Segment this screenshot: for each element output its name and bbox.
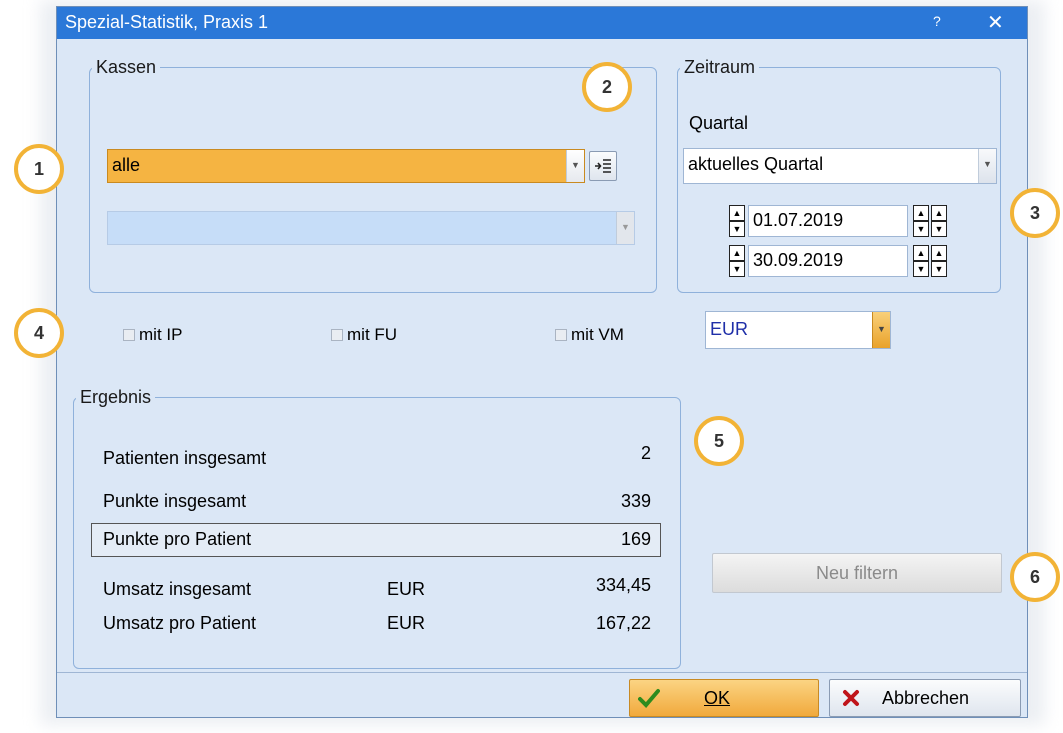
result-label-umsatz-pro-patient: Umsatz pro Patient bbox=[103, 613, 257, 633]
dialog-title: Spezial-Statistik, Praxis 1 bbox=[65, 12, 269, 32]
result-label-punkte: Punkte insgesamt bbox=[103, 491, 247, 511]
callout-3: 3 bbox=[1010, 188, 1060, 238]
result-unit-umsatz-pro-patient: EUR bbox=[387, 613, 426, 633]
date-from-up-button[interactable]: ▲ bbox=[729, 205, 745, 221]
checkbox-box-fu bbox=[331, 329, 343, 341]
mit-vm-label: mit VM bbox=[571, 325, 624, 344]
callout-6: 6 bbox=[1010, 552, 1060, 602]
chevron-down-icon: ▼ bbox=[566, 150, 584, 182]
ok-label: OK bbox=[704, 687, 731, 708]
ergebnis-legend: Ergebnis bbox=[80, 387, 152, 407]
date-to-down-button-2[interactable]: ▼ bbox=[913, 261, 929, 277]
mit-vm-checkbox[interactable]: mit VM bbox=[555, 325, 624, 345]
date-to-value: 30.09.2019 bbox=[753, 250, 844, 270]
result-value-punkte: 339 bbox=[620, 491, 651, 511]
kassen-legend: Kassen bbox=[96, 57, 157, 77]
chevron-down-icon: ▼ bbox=[616, 212, 634, 244]
mit-ip-checkbox[interactable]: mit IP bbox=[123, 325, 182, 345]
kassen-select[interactable]: alle ▼ bbox=[107, 149, 585, 183]
date-from-down-button[interactable]: ▼ bbox=[729, 221, 745, 237]
result-value-umsatz: 334,45 bbox=[595, 575, 651, 595]
mit-fu-label: mit FU bbox=[347, 325, 398, 344]
checkmark-icon bbox=[638, 689, 660, 708]
date-to-field[interactable]: 30.09.2019 bbox=[748, 245, 908, 277]
quartal-select-value: aktuelles Quartal bbox=[688, 154, 824, 174]
result-label-patienten: Patienten insgesamt bbox=[103, 448, 267, 468]
result-value-punkte-pro-patient: 169 bbox=[620, 529, 651, 549]
mit-ip-label: mit IP bbox=[139, 325, 183, 344]
result-value-patienten: 2 bbox=[640, 443, 651, 463]
currency-value: EUR bbox=[710, 319, 749, 339]
zeitraum-legend: Zeitraum bbox=[684, 57, 756, 77]
callout-2: 2 bbox=[582, 62, 632, 112]
date-to-up-button-2[interactable]: ▲ bbox=[913, 245, 929, 261]
result-label-umsatz: Umsatz insgesamt bbox=[103, 579, 252, 599]
result-value-umsatz-pro-patient: 167,22 bbox=[595, 613, 651, 633]
date-to-up-button-3[interactable]: ▲ bbox=[931, 245, 947, 261]
date-from-value: 01.07.2019 bbox=[753, 210, 844, 230]
abbrechen-label: Abbrechen bbox=[882, 687, 970, 708]
checkbox-box-ip bbox=[123, 329, 135, 341]
statistics-dialog: Spezial-Statistik, Praxis 1 ? ✕ Kassen a… bbox=[56, 6, 1028, 718]
help-button[interactable]: ? bbox=[933, 13, 941, 29]
abbrechen-button[interactable]: Abbrechen bbox=[829, 679, 1021, 717]
currency-select[interactable]: EUR ▼ bbox=[705, 311, 891, 349]
callout-4: 4 bbox=[14, 308, 64, 358]
date-from-down-button-3[interactable]: ▼ bbox=[931, 221, 947, 237]
chevron-down-icon: ▼ bbox=[978, 149, 996, 183]
quartal-select[interactable]: aktuelles Quartal ▼ bbox=[683, 148, 997, 184]
kassen-list-button[interactable] bbox=[589, 151, 617, 181]
result-unit-umsatz: EUR bbox=[387, 579, 426, 599]
result-label-punkte-pro-patient: Punkte pro Patient bbox=[103, 529, 252, 549]
date-to-up-button[interactable]: ▲ bbox=[729, 245, 745, 261]
neu-filtern-button[interactable]: Neu filtern bbox=[712, 553, 1002, 593]
date-from-up-button-2[interactable]: ▲ bbox=[913, 205, 929, 221]
quartal-label: Quartal bbox=[689, 113, 749, 133]
date-from-field[interactable]: 01.07.2019 bbox=[748, 205, 908, 237]
date-to-down-button-3[interactable]: ▼ bbox=[931, 261, 947, 277]
checkbox-box-vm bbox=[555, 329, 567, 341]
ok-button[interactable]: OK bbox=[629, 679, 819, 717]
neu-filtern-label: Neu filtern bbox=[815, 562, 899, 583]
close-button[interactable]: ✕ bbox=[987, 10, 1004, 35]
callout-5: 5 bbox=[694, 416, 744, 466]
kassen-select-value: alle bbox=[112, 155, 141, 175]
chevron-down-icon: ▼ bbox=[872, 312, 890, 348]
date-from-up-button-3[interactable]: ▲ bbox=[931, 205, 947, 221]
title-bar: Spezial-Statistik, Praxis 1 ? ✕ bbox=[57, 7, 1027, 39]
date-to-down-button[interactable]: ▼ bbox=[729, 261, 745, 277]
cancel-x-icon bbox=[843, 690, 859, 706]
date-from-down-button-2[interactable]: ▼ bbox=[913, 221, 929, 237]
mit-fu-checkbox[interactable]: mit FU bbox=[331, 325, 397, 345]
list-indent-icon bbox=[595, 159, 611, 173]
callout-1: 1 bbox=[14, 144, 64, 194]
footer-divider bbox=[57, 672, 1027, 673]
kassen-secondary-select[interactable]: ▼ bbox=[107, 211, 635, 245]
